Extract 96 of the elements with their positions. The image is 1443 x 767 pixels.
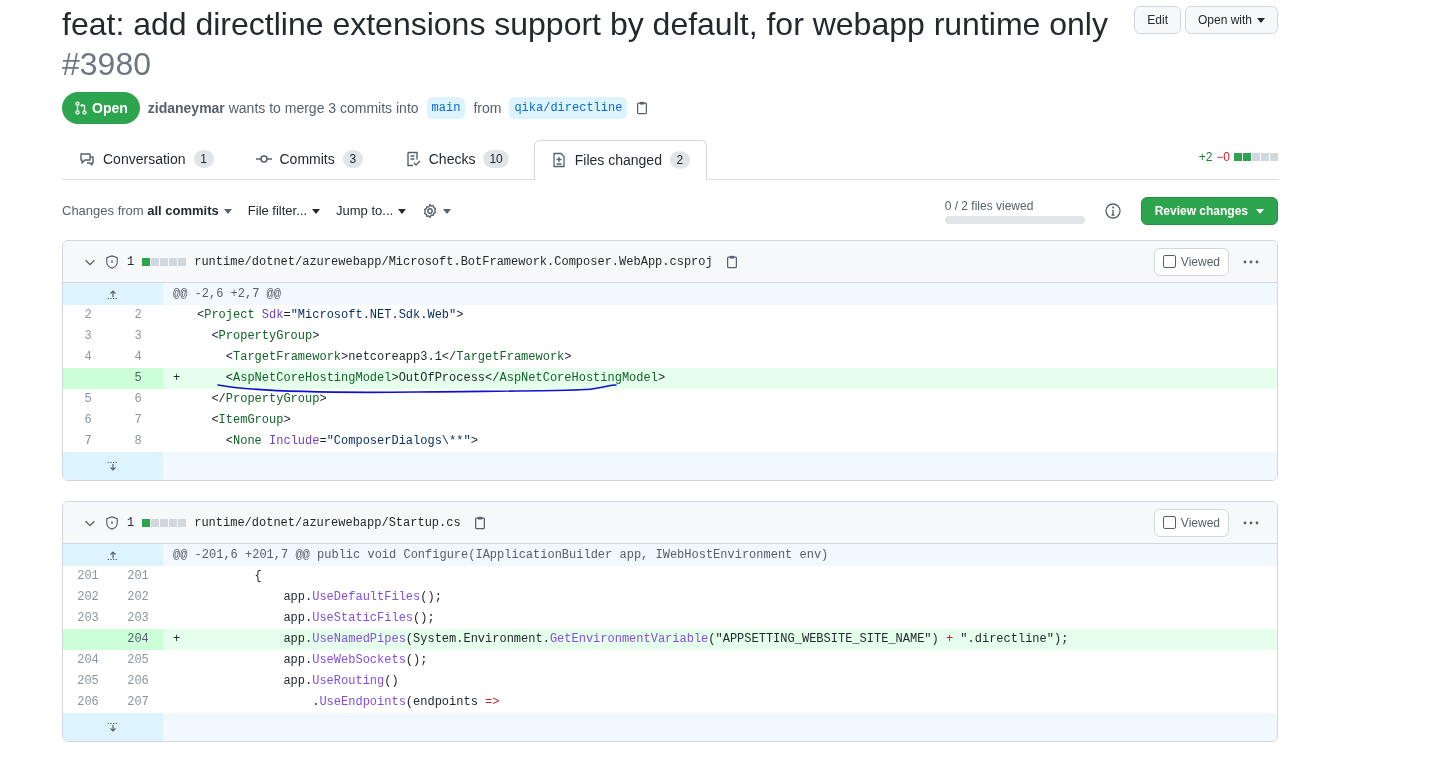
line-number: 202 bbox=[126, 589, 150, 606]
file-filter-dropdown[interactable]: File filter... bbox=[247, 201, 321, 221]
line-number: 4 bbox=[83, 349, 93, 366]
count-badge: 1 bbox=[193, 150, 214, 168]
code-line: app.UseNamedPipes(System.Environment.GetEnvironmentVariable("APPSETTING_WEBSITE_SITE_NAME") + ".directline"); bbox=[282, 631, 1069, 648]
code-line: app.UseWebSockets(); bbox=[282, 652, 428, 669]
line-number: 7 bbox=[133, 412, 143, 429]
line-number: 203 bbox=[76, 610, 100, 627]
line-number: 2 bbox=[83, 307, 93, 324]
line-number: 5 bbox=[113, 368, 163, 389]
diffstat-bar bbox=[1234, 153, 1278, 161]
tab[interactable]: Commits 3 bbox=[238, 139, 380, 179]
line-number: 6 bbox=[133, 391, 143, 408]
checklist-icon bbox=[404, 151, 421, 167]
code-line: .UseEndpoints(endpoints => bbox=[311, 694, 500, 711]
code-line: app.UseStaticFiles(); bbox=[282, 610, 435, 627]
shield-icon bbox=[105, 254, 119, 269]
header-button[interactable]: Open with bbox=[1184, 6, 1278, 34]
branch-label[interactable]: main bbox=[426, 97, 466, 119]
info-icon[interactable] bbox=[1104, 203, 1121, 219]
hunk-header: @@ -2,6 +2,7 @@ bbox=[172, 286, 282, 303]
line-number-gutter bbox=[63, 629, 113, 650]
status-badge: Open bbox=[62, 92, 140, 124]
code-line: <None Include="ComposerDialogs\**"> bbox=[224, 433, 478, 450]
tab[interactable]: Checks 10 bbox=[387, 139, 526, 179]
line-number: 7 bbox=[83, 433, 93, 450]
code-line: </PropertyGroup> bbox=[210, 391, 327, 408]
files-viewed-text: 0 / 2 files viewed bbox=[944, 198, 1035, 214]
viewed-checkbox[interactable]: Viewed bbox=[1153, 247, 1229, 276]
line-number: 204 bbox=[113, 629, 163, 650]
branch-label[interactable]: qika/directline bbox=[509, 97, 628, 119]
file-path[interactable]: runtime/dotnet/azurewebapp/Microsoft.BotFramework.Composer.WebApp.csproj bbox=[194, 252, 713, 271]
more-options-icon[interactable] bbox=[1243, 520, 1259, 525]
code-line: app.UseRouting() bbox=[282, 673, 399, 690]
count-badge: 3 bbox=[342, 150, 363, 168]
jump-to-dropdown[interactable]: Jump to... bbox=[336, 201, 407, 221]
code-line: app.UseDefaultFiles(); bbox=[282, 589, 442, 606]
line-number: 205 bbox=[126, 652, 150, 669]
caret-icon bbox=[223, 208, 232, 214]
line-number: 206 bbox=[126, 673, 150, 690]
line-number: 205 bbox=[76, 673, 100, 690]
changes-count: 1 bbox=[127, 253, 135, 271]
line-number: 3 bbox=[133, 328, 143, 345]
line-number: 2 bbox=[133, 307, 143, 324]
line-number: 204 bbox=[76, 652, 100, 669]
caret-icon bbox=[1256, 208, 1264, 214]
copy-icon[interactable] bbox=[635, 101, 650, 115]
line-number: 4 bbox=[133, 349, 143, 366]
hunk-header: @@ -201,6 +201,7 @@ public void Configure(IApplicationBuilder app, IWebHostEnvironment env) bbox=[172, 547, 829, 564]
shield-icon bbox=[105, 515, 119, 530]
count-badge: 2 bbox=[669, 151, 690, 169]
code-line: <PropertyGroup> bbox=[210, 328, 320, 345]
code-line: <TargetFramework>netcoreapp3.1</TargetFramework> bbox=[224, 349, 572, 366]
line-number: 201 bbox=[76, 568, 100, 585]
diffstat-bar bbox=[142, 257, 187, 266]
merge-summary: zidaneymar wants to merge 3 commits into bbox=[147, 98, 419, 118]
line-number-gutter bbox=[63, 368, 113, 389]
file-icon bbox=[550, 152, 567, 168]
line-number: 202 bbox=[76, 589, 100, 606]
file-path[interactable]: runtime/dotnet/azurewebapp/Startup.cs bbox=[194, 513, 461, 532]
tab[interactable]: Files changed 2 bbox=[533, 140, 707, 180]
viewed-checkbox[interactable]: Viewed bbox=[1153, 508, 1229, 537]
line-number: 3 bbox=[83, 328, 93, 345]
more-options-icon[interactable] bbox=[1243, 259, 1259, 264]
changes-dropdown[interactable]: Changes from all commits bbox=[62, 201, 232, 221]
pr-title: feat: add directline extensions support by default, for webapp runtime only bbox=[62, 5, 1109, 44]
tab[interactable]: Conversation 1 bbox=[62, 139, 231, 179]
count-badge: 10 bbox=[483, 150, 509, 168]
line-number: 203 bbox=[126, 610, 150, 627]
line-number: 6 bbox=[83, 412, 93, 429]
caret-icon bbox=[398, 208, 407, 214]
line-number: 5 bbox=[83, 391, 93, 408]
settings-icon[interactable] bbox=[422, 203, 452, 219]
copy-icon[interactable] bbox=[472, 515, 487, 530]
additions-count: +2 bbox=[1198, 149, 1213, 166]
deletions-count: −0 bbox=[1216, 149, 1230, 166]
code-line: { bbox=[253, 568, 262, 585]
code-line: <AspNetCoreHostingModel>OutOfProcess</AspNetCoreHostingModel> bbox=[224, 370, 666, 387]
diffstat-bar bbox=[142, 518, 187, 527]
code-line: <ItemGroup> bbox=[210, 412, 291, 429]
line-number: 207 bbox=[126, 694, 150, 711]
caret-icon bbox=[443, 208, 452, 214]
comment-icon bbox=[79, 151, 95, 167]
pr-number: #3980 bbox=[62, 45, 152, 84]
changes-count: 1 bbox=[127, 514, 135, 532]
line-number: 201 bbox=[126, 568, 150, 585]
caret-icon bbox=[312, 208, 321, 214]
from-text: from bbox=[473, 98, 502, 118]
diff-marker: + bbox=[173, 370, 181, 387]
line-number: 8 bbox=[133, 433, 143, 450]
copy-icon[interactable] bbox=[724, 254, 739, 269]
diff-marker: + bbox=[173, 631, 181, 648]
code-line: <Project Sdk="Microsoft.NET.Sdk.Web"> bbox=[197, 307, 464, 324]
line-number: 206 bbox=[76, 694, 100, 711]
header-button[interactable]: Edit bbox=[1134, 6, 1181, 34]
caret-icon bbox=[1257, 17, 1265, 23]
